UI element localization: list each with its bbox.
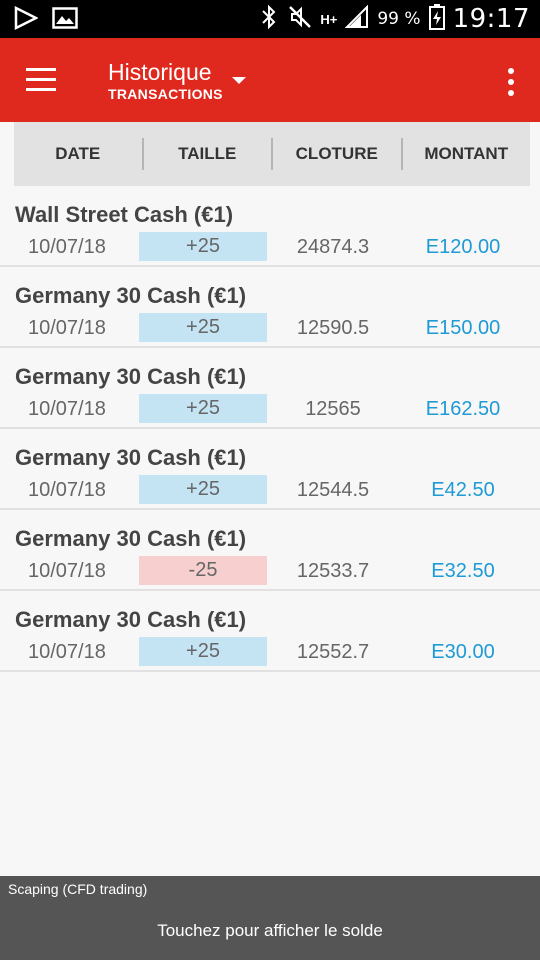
instrument-name: Wall Street Cash (€1) — [15, 202, 234, 227]
transaction-row[interactable]: Wall Street Cash (€1) 10/07/18 +25 24874… — [0, 186, 540, 267]
image-icon — [52, 7, 78, 34]
status-bar: H+ 99 % 19:17 — [0, 0, 540, 38]
position-size: +25 — [139, 637, 267, 666]
transaction-row[interactable]: Germany 30 Cash (€1) 10/07/18 +25 12590.… — [0, 267, 540, 348]
close-price: 12552.7 — [296, 641, 370, 663]
transaction-date: 10/07/18 — [28, 641, 106, 663]
mute-icon — [288, 5, 312, 34]
play-icon — [14, 5, 39, 35]
page-subtitle: TRANSACTIONS — [108, 86, 223, 102]
close-price: 12533.7 — [296, 560, 370, 582]
amount: E150.00 — [425, 317, 501, 339]
column-header-size[interactable]: TAILLE — [144, 144, 272, 164]
bluetooth-icon — [258, 4, 280, 35]
amount: E32.50 — [431, 560, 495, 582]
amount: E162.50 — [425, 398, 501, 420]
close-price: 12590.5 — [296, 317, 370, 339]
battery-charging-icon — [428, 3, 445, 35]
transaction-date: 10/07/18 — [28, 236, 106, 258]
transaction-date: 10/07/18 — [28, 560, 106, 582]
position-size: -25 — [139, 556, 267, 585]
transaction-row[interactable]: Germany 30 Cash (€1) 10/07/18 -25 12533.… — [0, 510, 540, 591]
close-price: 24874.3 — [296, 236, 370, 258]
show-balance-text: Touchez pour afficher le solde — [157, 921, 383, 940]
overflow-menu-icon[interactable] — [506, 68, 516, 96]
balance-bar[interactable]: Scaping (CFD trading) Touchez pour affic… — [0, 876, 540, 960]
position-size: +25 — [139, 475, 267, 504]
instrument-name: Germany 30 Cash (€1) — [15, 283, 247, 308]
instrument-name: Germany 30 Cash (€1) — [15, 364, 247, 389]
page-title: Historique — [108, 59, 212, 85]
signal-icon — [344, 4, 369, 34]
transaction-row[interactable]: Germany 30 Cash (€1) 10/07/18 +25 12565 … — [0, 348, 540, 429]
column-headers: DATE TAILLE CLOTURE MONTANT — [14, 122, 530, 186]
column-header-close[interactable]: CLOTURE — [273, 144, 401, 164]
amount: E30.00 — [431, 641, 495, 663]
close-price: 12544.5 — [296, 479, 370, 501]
amount: E42.50 — [431, 479, 495, 501]
column-header-date[interactable]: DATE — [14, 144, 142, 164]
amount: E120.00 — [425, 236, 501, 258]
position-size: +25 — [139, 313, 267, 342]
transaction-date: 10/07/18 — [28, 317, 106, 339]
transaction-date: 10/07/18 — [28, 398, 106, 420]
close-price: 12565 — [305, 398, 361, 420]
transaction-row[interactable]: Germany 30 Cash (€1) 10/07/18 +25 12544.… — [0, 429, 540, 510]
position-size: +25 — [139, 394, 267, 423]
network-type: H+ — [320, 11, 338, 27]
view-selector[interactable]: Historique TRANSACTIONS — [108, 58, 246, 102]
account-label: Scaping (CFD trading) — [8, 881, 148, 897]
clock: 19:17 — [452, 4, 530, 34]
transaction-date: 10/07/18 — [28, 479, 106, 501]
instrument-name: Germany 30 Cash (€1) — [15, 526, 247, 551]
instrument-name: Germany 30 Cash (€1) — [15, 445, 247, 470]
instrument-name: Germany 30 Cash (€1) — [15, 607, 247, 632]
position-size: +25 — [139, 232, 267, 261]
dropdown-caret-icon — [232, 77, 246, 84]
battery-percent: 99 % — [377, 9, 421, 29]
column-header-amount[interactable]: MONTANT — [403, 144, 531, 164]
app-bar: Historique TRANSACTIONS — [0, 38, 540, 122]
transaction-list: Wall Street Cash (€1) 10/07/18 +25 24874… — [0, 186, 540, 672]
hamburger-menu-icon[interactable] — [26, 68, 58, 92]
transaction-row[interactable]: Germany 30 Cash (€1) 10/07/18 +25 12552.… — [0, 591, 540, 672]
